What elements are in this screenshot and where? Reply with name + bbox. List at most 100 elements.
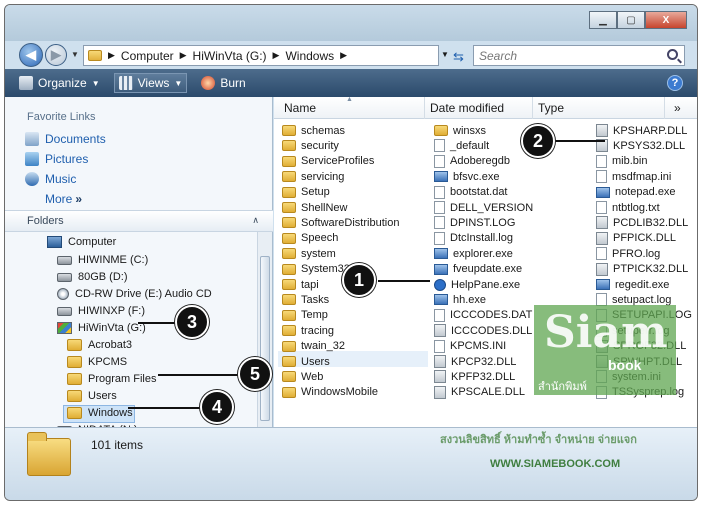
file-item[interactable]: Web bbox=[282, 369, 323, 384]
tree-item-drive-c[interactable]: HIWINME (C:) bbox=[57, 254, 148, 266]
column-divider[interactable] bbox=[532, 97, 533, 119]
file-item[interactable]: PCDLIB32.DLL bbox=[596, 215, 688, 230]
file-item[interactable]: KPSYS32.DLL bbox=[596, 138, 685, 153]
scrollbar-thumb[interactable] bbox=[260, 256, 270, 421]
file-item[interactable]: fveupdate.exe bbox=[434, 262, 522, 277]
file-item[interactable]: System32 bbox=[282, 262, 350, 277]
favorite-link-music[interactable]: Music bbox=[25, 172, 76, 186]
file-item[interactable]: twain_32 bbox=[282, 339, 345, 354]
file-item[interactable]: DtcInstall.log bbox=[434, 231, 513, 246]
organize-button[interactable]: Organize ▼ bbox=[19, 76, 100, 90]
file-item[interactable]: explorer.exe bbox=[434, 246, 513, 261]
address-bar[interactable]: ▶ Computer ▶ HiWinVta (G:) ▶ Windows ▶ bbox=[83, 45, 439, 66]
refresh-icon[interactable]: ⇆ bbox=[453, 49, 464, 65]
maximize-button[interactable]: ▢ bbox=[617, 11, 645, 29]
file-item[interactable]: notepad.exe bbox=[596, 185, 676, 200]
breadcrumb-drive[interactable]: HiWinVta (G:) bbox=[193, 49, 267, 63]
file-item[interactable]: PFRO.log bbox=[596, 246, 660, 261]
favorite-link-documents[interactable]: Documents bbox=[25, 132, 106, 146]
search-input[interactable]: Search bbox=[473, 45, 685, 66]
file-item[interactable]: msdfmap.ini bbox=[596, 169, 671, 184]
views-button[interactable]: Views ▼ bbox=[113, 73, 188, 93]
file-item[interactable]: regedit.exe bbox=[596, 277, 669, 292]
breadcrumb-windows[interactable]: Windows bbox=[285, 49, 334, 63]
file-item[interactable]: WindowsMobile bbox=[282, 385, 378, 400]
file-item[interactable]: hh.exe bbox=[434, 292, 486, 307]
search-icon[interactable] bbox=[667, 49, 678, 60]
file-item[interactable]: KPSHARP.DLL bbox=[596, 123, 687, 138]
file-item[interactable]: schemas bbox=[282, 123, 345, 138]
tree-item-computer[interactable]: Computer bbox=[47, 236, 116, 248]
recent-pages-chevron-icon[interactable]: ▼ bbox=[71, 50, 79, 59]
column-header-name[interactable]: Name bbox=[284, 101, 316, 115]
tree-item-users[interactable]: Users bbox=[67, 390, 117, 402]
document-file-icon bbox=[434, 139, 445, 153]
tree-item-windows[interactable]: Windows bbox=[67, 407, 133, 419]
file-item[interactable]: Tasks bbox=[282, 292, 329, 307]
minimize-button[interactable]: ▁ bbox=[589, 11, 617, 29]
column-divider[interactable] bbox=[424, 97, 425, 119]
forward-button[interactable]: ▶ bbox=[45, 44, 67, 66]
tree-item-drive-d[interactable]: 80GB (D:) bbox=[57, 271, 128, 283]
file-name: _default bbox=[450, 139, 490, 152]
file-item[interactable]: KPCP32.DLL bbox=[434, 354, 516, 369]
file-item[interactable]: ICCCODES.DLL bbox=[434, 323, 532, 338]
file-item[interactable]: HelpPane.exe bbox=[434, 277, 520, 292]
more-columns-icon[interactable]: » bbox=[674, 101, 681, 115]
file-item[interactable]: tapi bbox=[282, 277, 319, 292]
chevron-right-icon[interactable]: ▶ bbox=[273, 50, 280, 61]
breadcrumb-computer[interactable]: Computer bbox=[121, 49, 174, 63]
help-button[interactable]: ? bbox=[667, 75, 683, 91]
tree-item-program-files[interactable]: Program Files bbox=[67, 373, 156, 385]
file-item[interactable]: SoftwareDistribution bbox=[282, 215, 399, 230]
file-item[interactable]: KPCMS.INI bbox=[434, 339, 506, 354]
file-item[interactable]: bootstat.dat bbox=[434, 185, 508, 200]
organize-icon bbox=[19, 76, 33, 90]
chevron-right-icon[interactable]: ▶ bbox=[180, 50, 187, 61]
file-item[interactable]: system bbox=[282, 246, 336, 261]
file-item[interactable]: Adoberegdb bbox=[434, 154, 510, 169]
file-item[interactable]: bfsvc.exe bbox=[434, 169, 499, 184]
file-item[interactable]: ICCCODES.DAT bbox=[434, 308, 532, 323]
file-item[interactable]: ShellNew bbox=[282, 200, 347, 215]
folders-header[interactable]: Folders ∧ bbox=[5, 210, 273, 232]
file-item[interactable]: ntbtlog.txt bbox=[596, 200, 660, 215]
tree-item-acrobat3[interactable]: Acrobat3 bbox=[67, 339, 132, 351]
tree-item-drive-f[interactable]: HIWINXP (F:) bbox=[57, 305, 145, 317]
file-item[interactable]: Setup bbox=[282, 185, 330, 200]
favorite-link-pictures[interactable]: Pictures bbox=[25, 152, 88, 166]
file-item[interactable]: KPFP32.DLL bbox=[434, 369, 515, 384]
file-item[interactable]: _default bbox=[434, 138, 489, 153]
chevron-right-icon[interactable]: ▶ bbox=[108, 50, 115, 61]
column-header-date-modified[interactable]: Date modified bbox=[430, 101, 504, 115]
address-dropdown-icon[interactable]: ▼ bbox=[441, 50, 449, 59]
file-item[interactable]: servicing bbox=[282, 169, 344, 184]
file-item[interactable]: PTPICK32.DLL bbox=[596, 262, 688, 277]
burn-button[interactable]: Burn bbox=[201, 76, 246, 90]
file-item[interactable]: tracing bbox=[282, 323, 334, 338]
tree-item-kpcms[interactable]: KPCMS bbox=[67, 356, 127, 368]
file-item[interactable]: DPINST.LOG bbox=[434, 215, 515, 230]
file-item[interactable]: ServiceProfiles bbox=[282, 154, 374, 169]
back-button[interactable]: ◀ bbox=[19, 43, 43, 67]
chevron-up-icon[interactable]: ∧ bbox=[252, 215, 259, 226]
file-item[interactable]: KPSCALE.DLL bbox=[434, 385, 525, 400]
tree-item-drive-g[interactable]: HiWinVta (G:) bbox=[57, 322, 146, 334]
file-name: Users bbox=[301, 355, 330, 368]
file-item[interactable]: Speech bbox=[282, 231, 338, 246]
file-item[interactable]: DELL_VERSION bbox=[434, 200, 533, 215]
tree-item-drive-e[interactable]: CD-RW Drive (E:) Audio CD bbox=[57, 288, 212, 300]
more-links-button[interactable]: More» bbox=[45, 192, 82, 206]
file-item[interactable]: security bbox=[282, 138, 339, 153]
file-item[interactable]: mib.bin bbox=[596, 154, 647, 169]
file-item[interactable]: winsxs bbox=[434, 123, 486, 138]
column-header-type[interactable]: Type bbox=[538, 101, 564, 115]
column-divider[interactable] bbox=[664, 97, 665, 119]
organize-label: Organize bbox=[38, 76, 87, 90]
file-item[interactable]: Users bbox=[282, 354, 330, 369]
chevron-right-icon[interactable]: ▶ bbox=[340, 50, 347, 61]
folders-scrollbar[interactable] bbox=[257, 232, 272, 427]
file-item[interactable]: Temp bbox=[282, 308, 328, 323]
file-item[interactable]: PFPICK.DLL bbox=[596, 231, 676, 246]
close-button[interactable]: X bbox=[645, 11, 687, 29]
